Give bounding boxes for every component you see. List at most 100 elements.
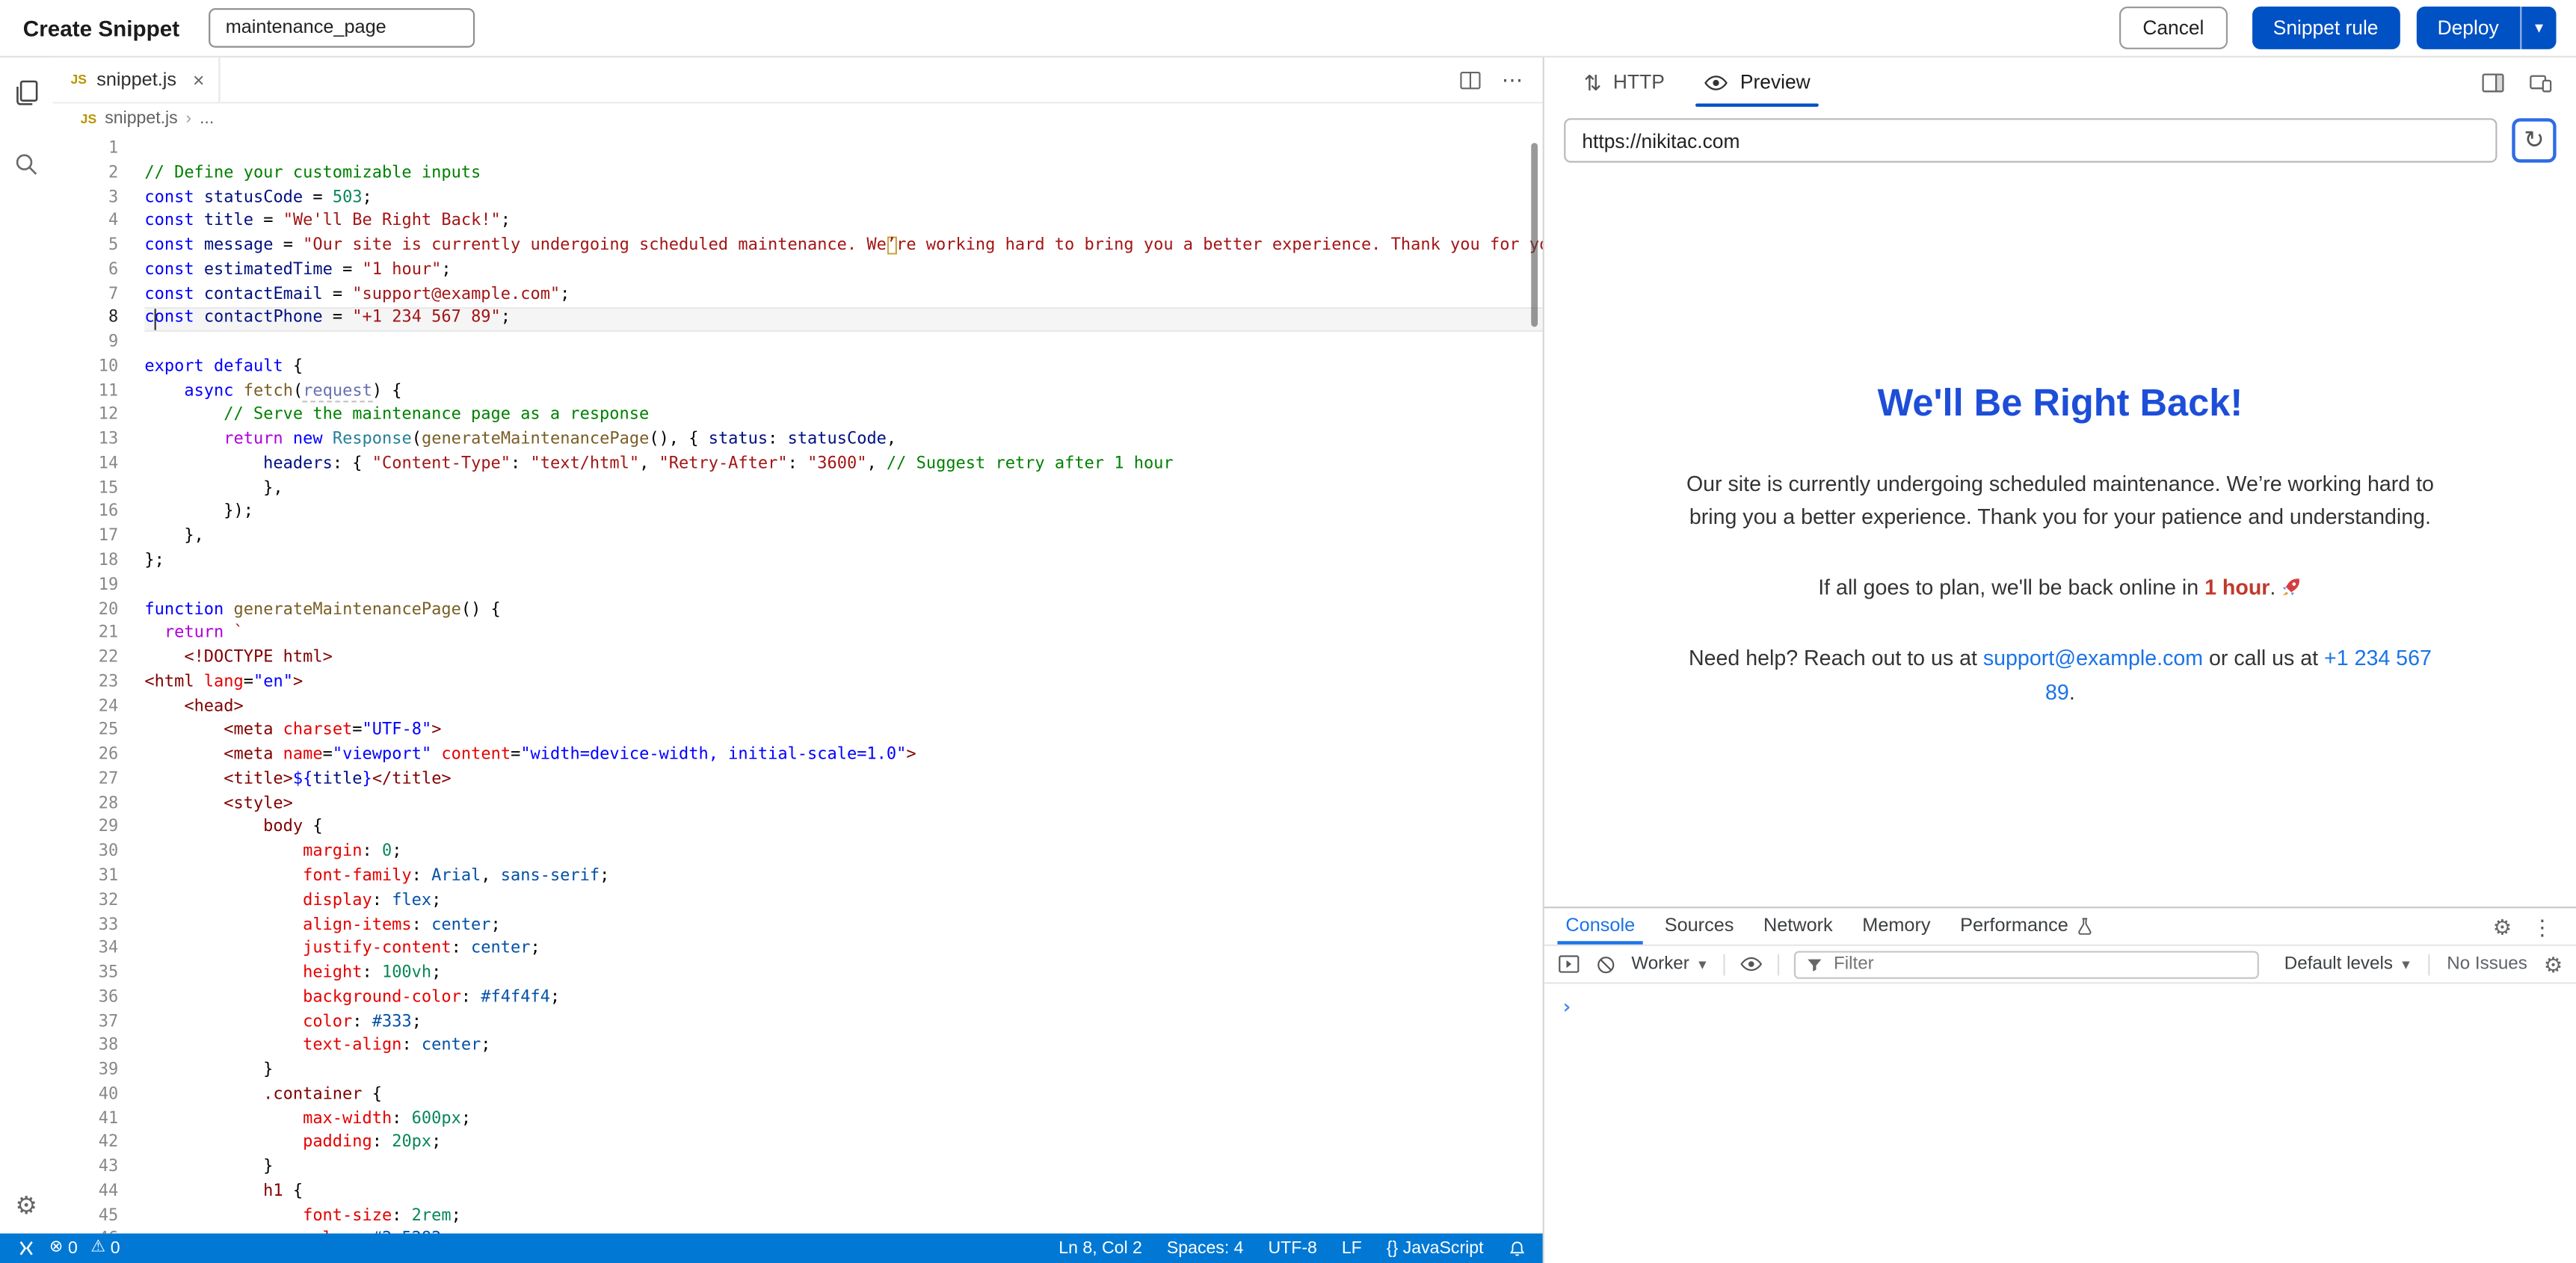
snippet-rule-button[interactable]: Snippet rule	[2252, 7, 2400, 49]
breadcrumb[interactable]: JS snippet.js › ...	[52, 103, 1542, 133]
line-number[interactable]: 46	[52, 1229, 118, 1234]
code-line[interactable]: 2// Define your customizable inputs	[52, 162, 1542, 186]
email-link[interactable]: support@example.com	[1983, 646, 2203, 671]
code-line[interactable]: 27 <title>${title}</title>	[52, 768, 1542, 792]
eol-sequence[interactable]: LF	[1342, 1238, 1362, 1258]
line-number[interactable]: 33	[52, 914, 118, 938]
code-line[interactable]: 4const title = "We'll Be Right Back!";	[52, 211, 1542, 235]
clear-console-icon[interactable]	[1595, 954, 1617, 975]
devtools-settings-gear-icon[interactable]: ⚙	[2493, 915, 2512, 937]
code-line[interactable]: 40 .container {	[52, 1084, 1542, 1108]
code-line[interactable]: 15 },	[52, 478, 1542, 501]
code-line[interactable]: 33 align-items: center;	[52, 914, 1542, 938]
code-line[interactable]: 3const statusCode = 503;	[52, 187, 1542, 211]
console-settings-gear-icon[interactable]: ⚙	[2544, 954, 2563, 975]
code-line[interactable]: 45 font-size: 2rem;	[52, 1205, 1542, 1229]
split-editor-icon[interactable]	[1459, 68, 1482, 91]
line-number[interactable]: 37	[52, 1011, 118, 1035]
context-selector[interactable]: Worker▼	[1631, 954, 1709, 974]
code-line[interactable]: 38 text-align: center;	[52, 1035, 1542, 1059]
log-levels-selector[interactable]: Default levels▼	[2284, 954, 2412, 974]
code-line[interactable]: 22 <!DOCTYPE html>	[52, 647, 1542, 671]
snippet-name-input[interactable]	[209, 8, 475, 48]
close-icon[interactable]: ×	[193, 68, 204, 91]
line-number[interactable]: 43	[52, 1157, 118, 1181]
console-prompt-icon[interactable]: ›	[1561, 995, 1573, 1019]
line-number[interactable]: 30	[52, 842, 118, 865]
line-number[interactable]: 17	[52, 526, 118, 550]
code-line[interactable]: 43 }	[52, 1157, 1542, 1181]
code-line[interactable]: 32 display: flex;	[52, 890, 1542, 914]
issues-counter[interactable]: No Issues	[2447, 954, 2527, 974]
line-number[interactable]: 26	[52, 744, 118, 768]
remote-indicator-icon[interactable]	[16, 1238, 36, 1258]
line-number[interactable]: 9	[52, 332, 118, 356]
deploy-button[interactable]: Deploy	[2416, 7, 2520, 49]
line-number[interactable]: 4	[52, 211, 118, 235]
errors-warnings[interactable]: ⊗ 0 ⚠ 0	[49, 1238, 120, 1258]
filter-input[interactable]	[1834, 954, 2248, 974]
notifications-bell-icon[interactable]	[1508, 1239, 1526, 1257]
devtools-tab-memory[interactable]: Memory	[1847, 908, 1945, 944]
code-line[interactable]: 11 async fetch(request) {	[52, 380, 1542, 404]
line-number[interactable]: 20	[52, 599, 118, 623]
code-line[interactable]: 39 }	[52, 1060, 1542, 1084]
line-number[interactable]: 5	[52, 235, 118, 259]
kebab-menu-icon[interactable]: ⋮	[2532, 915, 2554, 937]
code-line[interactable]: 25 <meta charset="UTF-8">	[52, 720, 1542, 744]
code-line[interactable]: 17 },	[52, 526, 1542, 550]
console-sidebar-icon[interactable]	[1557, 953, 1580, 976]
devtools-tab-sources[interactable]: Sources	[1650, 908, 1748, 944]
line-number[interactable]: 29	[52, 817, 118, 841]
settings-gear-icon[interactable]: ⚙	[11, 1191, 41, 1220]
code-line[interactable]: 37 color: #333;	[52, 1011, 1542, 1035]
line-number[interactable]: 13	[52, 429, 118, 453]
code-line[interactable]: 1	[52, 138, 1542, 162]
live-expression-eye-icon[interactable]	[1740, 953, 1763, 976]
url-input[interactable]	[1564, 118, 2497, 162]
code-line[interactable]: 13 return new Response(generateMaintenan…	[52, 429, 1542, 453]
line-number[interactable]: 40	[52, 1084, 118, 1108]
more-actions-icon[interactable]: ⋯	[1502, 69, 1523, 90]
line-number[interactable]: 39	[52, 1060, 118, 1084]
device-toolbar-icon[interactable]	[2528, 70, 2553, 94]
line-number[interactable]: 32	[52, 890, 118, 914]
line-number[interactable]: 41	[52, 1108, 118, 1132]
code-line[interactable]: 36 background-color: #f4f4f4;	[52, 986, 1542, 1010]
line-number[interactable]: 18	[52, 550, 118, 574]
line-number[interactable]: 38	[52, 1035, 118, 1059]
line-number[interactable]: 19	[52, 575, 118, 599]
breadcrumb-symbol[interactable]: ...	[200, 108, 214, 128]
code-line[interactable]: 46 color: #2c5282;	[52, 1229, 1542, 1234]
code-line[interactable]: 18};	[52, 550, 1542, 574]
code-line[interactable]: 7const contactEmail = "support@example.c…	[52, 283, 1542, 307]
line-number[interactable]: 21	[52, 623, 118, 647]
console-output[interactable]: ›	[1544, 983, 2576, 1263]
line-number[interactable]: 34	[52, 938, 118, 962]
tab-preview[interactable]: Preview	[1684, 58, 1830, 107]
line-number[interactable]: 44	[52, 1181, 118, 1205]
refresh-button[interactable]: ↻	[2512, 118, 2556, 162]
line-number[interactable]: 45	[52, 1205, 118, 1229]
code-line[interactable]: 26 <meta name="viewport" content="width=…	[52, 744, 1542, 768]
encoding[interactable]: UTF-8	[1268, 1238, 1316, 1258]
line-number[interactable]: 36	[52, 986, 118, 1010]
code-line[interactable]: 14 headers: { "Content-Type": "text/html…	[52, 453, 1542, 477]
line-number[interactable]: 31	[52, 865, 118, 889]
tab-snippet-js[interactable]: JS snippet.js ×	[52, 58, 221, 102]
line-number[interactable]: 10	[52, 356, 118, 380]
code-line[interactable]: 5const message = "Our site is currently …	[52, 235, 1542, 259]
line-number[interactable]: 42	[52, 1132, 118, 1156]
code-line[interactable]: 42 padding: 20px;	[52, 1132, 1542, 1156]
line-number[interactable]: 12	[52, 405, 118, 429]
console-filter[interactable]	[1794, 950, 2260, 978]
code-line[interactable]: 20function generateMaintenancePage() {	[52, 599, 1542, 623]
code-line[interactable]: 9	[52, 332, 1542, 356]
code-line[interactable]: 21 return `	[52, 623, 1542, 647]
code-line[interactable]: 34 justify-content: center;	[52, 938, 1542, 962]
code-line[interactable]: 24 <head>	[52, 696, 1542, 720]
line-number[interactable]: 15	[52, 478, 118, 501]
code-line[interactable]: 6const estimatedTime = "1 hour";	[52, 259, 1542, 283]
code-line[interactable]: 35 height: 100vh;	[52, 963, 1542, 986]
line-number[interactable]: 2	[52, 162, 118, 186]
